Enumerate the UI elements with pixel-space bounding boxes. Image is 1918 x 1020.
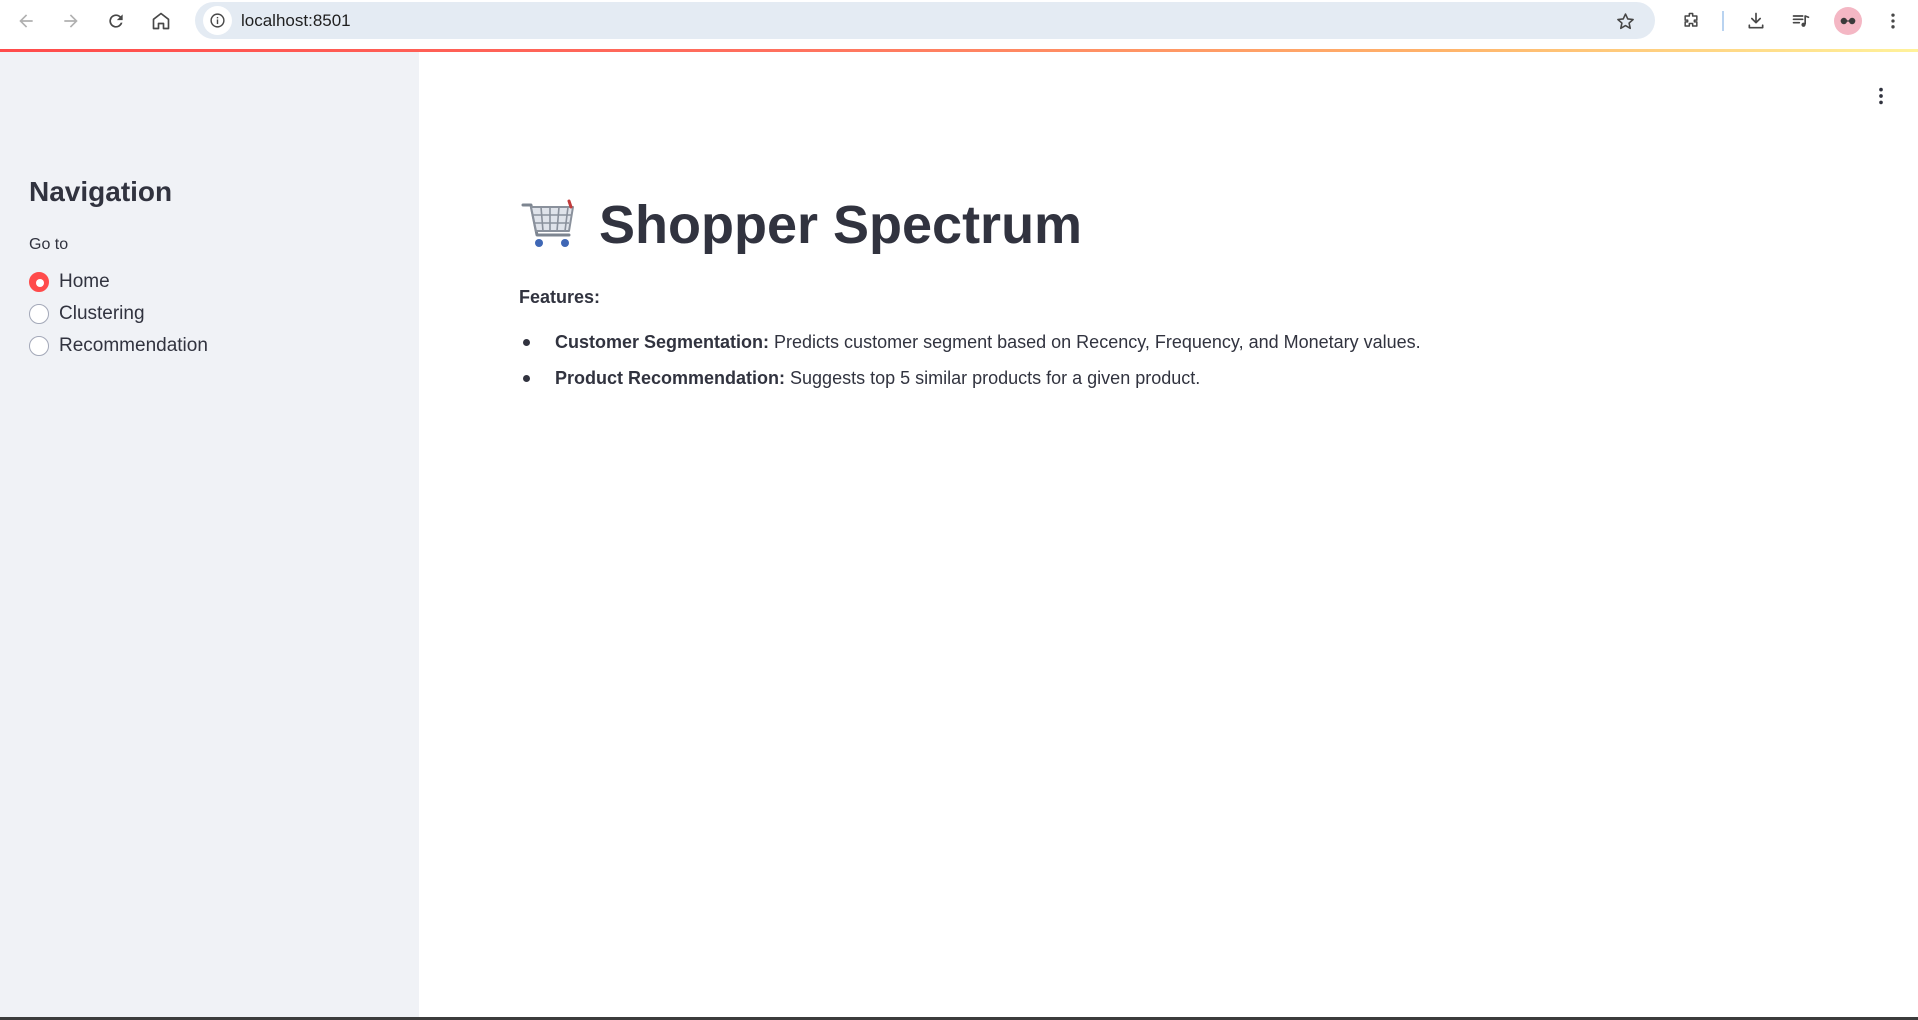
feature-description: Suggests top 5 similar products for a gi… <box>785 368 1201 388</box>
radio-option-clustering[interactable]: Clustering <box>29 298 208 330</box>
radio-button-checked[interactable] <box>29 272 49 292</box>
feature-name: Product Recommendation: <box>555 368 786 388</box>
reload-button[interactable] <box>100 5 132 37</box>
forward-button[interactable] <box>55 5 87 37</box>
radio-label-clustering: Clustering <box>59 303 145 324</box>
home-button[interactable] <box>145 5 177 37</box>
list-item: Product Recommendation: Suggests top 5 s… <box>519 360 1421 396</box>
toolbar-divider <box>1722 11 1724 31</box>
playlist-icon <box>1792 15 1810 27</box>
feature-name: Customer Segmentation: <box>555 332 770 352</box>
radio-group-label: Go to <box>29 236 69 253</box>
sidebar-title: Navigation <box>29 176 173 207</box>
radio-label-recommendation: Recommendation <box>59 335 208 356</box>
navigation-radio-group: Home Clustering Recommendation <box>29 266 208 362</box>
site-info-icon[interactable] <box>203 6 232 35</box>
radio-option-home[interactable]: Home <box>29 266 208 298</box>
main-content: Shopper Spectrum Features: Customer Segm… <box>419 52 1918 1020</box>
back-button[interactable] <box>10 5 42 37</box>
download-icon <box>1748 12 1764 29</box>
more-vertical-icon <box>1879 87 1883 105</box>
app-menu-button[interactable] <box>1867 82 1895 110</box>
radio-option-recommendation[interactable]: Recommendation <box>29 330 208 362</box>
list-item: Customer Segmentation: Predicts customer… <box>519 324 1421 360</box>
home-icon <box>152 12 170 30</box>
arrow-left-icon <box>19 14 33 28</box>
arrow-right-icon <box>64 14 78 28</box>
profile-avatar[interactable] <box>1834 7 1862 35</box>
glasses-icon <box>1840 17 1856 25</box>
bookmark-star-icon[interactable] <box>1611 7 1639 35</box>
feature-description: Predicts customer segment based on Recen… <box>769 332 1421 352</box>
page-title-text: Shopper Spectrum <box>599 195 1083 255</box>
sidebar: Navigation Go to Home Clustering Recomme… <box>0 52 419 1020</box>
more-vertical-icon <box>1891 13 1895 29</box>
radio-label-home: Home <box>59 271 110 292</box>
downloads-button[interactable] <box>1740 5 1772 37</box>
reload-icon <box>109 14 123 28</box>
url-text: localhost:8501 <box>241 11 351 30</box>
address-bar[interactable]: localhost:8501 <box>195 2 1655 39</box>
shopping-cart-icon <box>519 197 579 253</box>
features-heading: Features: <box>519 287 601 307</box>
browser-toolbar: localhost:8501 <box>0 0 1918 50</box>
features-list: Customer Segmentation: Predicts customer… <box>519 324 1421 396</box>
extensions-button[interactable] <box>1675 5 1707 37</box>
media-button[interactable] <box>1785 5 1817 37</box>
radio-button[interactable] <box>29 304 49 324</box>
radio-button[interactable] <box>29 336 49 356</box>
page-title: Shopper Spectrum <box>519 194 1082 256</box>
puzzle-icon <box>1684 12 1698 27</box>
browser-menu-button[interactable] <box>1877 5 1909 37</box>
